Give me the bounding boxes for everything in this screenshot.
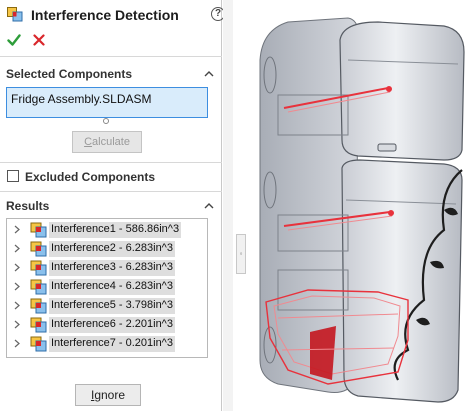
interference-icon	[30, 241, 47, 257]
section-divider	[0, 191, 222, 192]
result-label[interactable]: Interference7 - 0.201in^3	[49, 336, 175, 352]
results-row[interactable]: Interference7 - 0.201in^3	[7, 335, 207, 353]
excluded-components-checkbox[interactable]	[7, 170, 19, 182]
expand-chevron-icon[interactable]	[14, 244, 20, 253]
panel-header: Interference Detection ?	[0, 0, 225, 28]
panel-scrollbar[interactable]	[223, 0, 233, 411]
results-row[interactable]: Interference2 - 6.283in^3	[7, 240, 207, 258]
result-label[interactable]: Interference2 - 6.283in^3	[49, 241, 175, 257]
selected-components-list[interactable]: Fridge Assembly.SLDASM	[6, 87, 208, 118]
results-row[interactable]: Interference4 - 6.283in^3	[7, 278, 207, 296]
result-label[interactable]: Interference3 - 6.283in^3	[49, 260, 175, 276]
expand-chevron-icon[interactable]	[14, 282, 20, 291]
interference-icon	[30, 279, 47, 295]
expand-chevron-icon[interactable]	[14, 339, 20, 348]
results-row[interactable]: Interference5 - 3.798in^3	[7, 297, 207, 315]
interference-detection-icon	[7, 7, 23, 22]
results-row[interactable]: Interference6 - 2.201in^3	[7, 316, 207, 334]
list-resize-handle[interactable]	[103, 118, 109, 124]
result-label[interactable]: Interference6 - 2.201in^3	[49, 317, 175, 333]
property-manager-panel: Interference Detection ? Selected Compon…	[0, 0, 225, 411]
section-divider	[0, 162, 222, 163]
selected-component-item[interactable]: Fridge Assembly.SLDASM	[11, 92, 152, 106]
interference-icon	[30, 317, 47, 333]
cancel-button[interactable]	[33, 34, 45, 46]
collapse-results-chevron-icon[interactable]	[204, 202, 214, 209]
result-label[interactable]: Interference5 - 3.798in^3	[49, 298, 175, 314]
panel-collapse-handle[interactable]: ◦	[236, 234, 246, 274]
results-row[interactable]: Interference1 - 586.86in^3	[7, 221, 207, 239]
ignore-button[interactable]: Ignore	[75, 384, 141, 406]
collapse-selected-chevron-icon[interactable]	[204, 70, 214, 77]
toolbar-divider	[0, 56, 222, 57]
ok-button[interactable]	[7, 33, 21, 47]
expand-chevron-icon[interactable]	[14, 225, 20, 234]
excluded-components-title: Excluded Components	[25, 170, 156, 184]
interference-icon	[30, 336, 47, 352]
expand-chevron-icon[interactable]	[14, 301, 20, 310]
results-row[interactable]: Interference3 - 6.283in^3	[7, 259, 207, 277]
interference-icon	[30, 298, 47, 314]
calculate-button[interactable]: Calculate	[72, 131, 142, 153]
results-list[interactable]: Interference1 - 586.86in^3 Interference2…	[6, 218, 208, 358]
expand-chevron-icon[interactable]	[14, 320, 20, 329]
expand-chevron-icon[interactable]	[14, 263, 20, 272]
results-title: Results	[6, 199, 50, 213]
panel-title: Interference Detection	[31, 7, 179, 23]
selected-components-title: Selected Components	[6, 67, 133, 81]
fridge-model[interactable]	[248, 0, 474, 411]
interference-icon	[30, 260, 47, 276]
result-label[interactable]: Interference4 - 6.283in^3	[49, 279, 175, 295]
graphics-viewport[interactable]	[248, 0, 474, 411]
result-label[interactable]: Interference1 - 586.86in^3	[49, 222, 182, 238]
interference-icon	[30, 222, 47, 238]
